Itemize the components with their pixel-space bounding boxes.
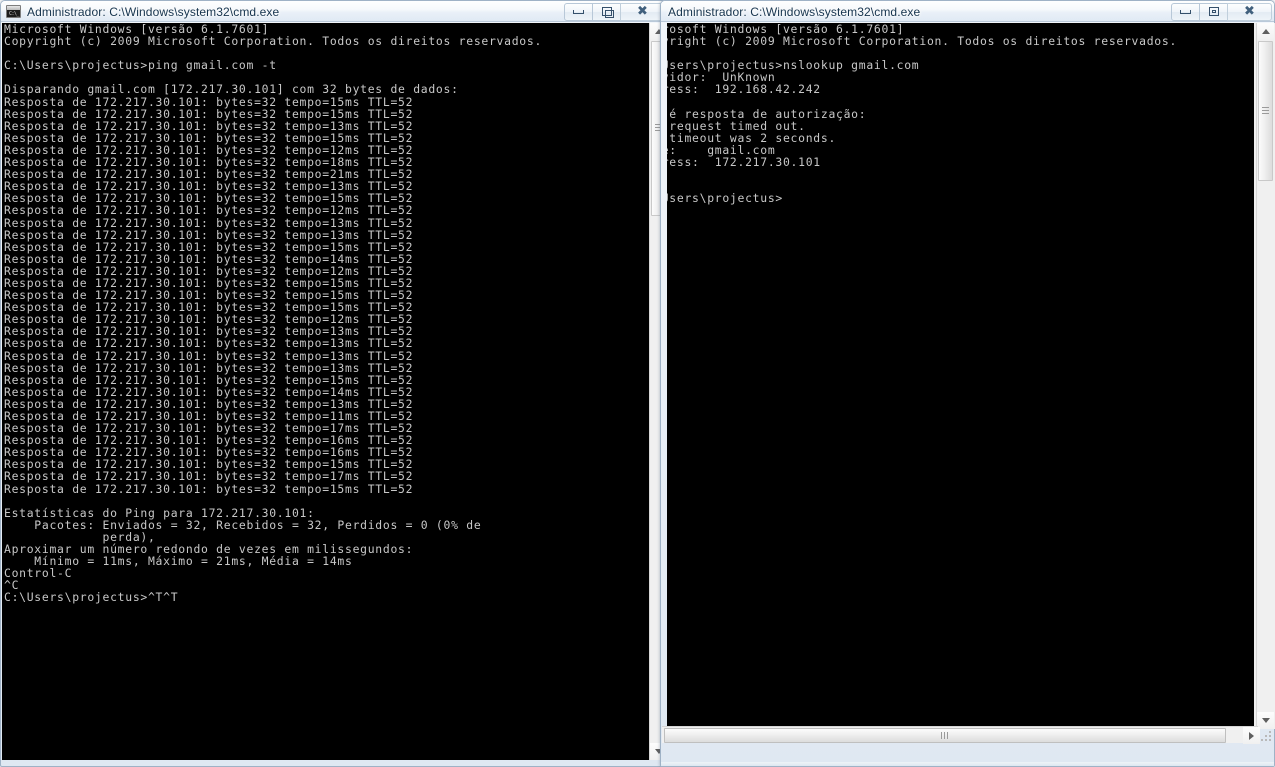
minimize-icon [1180, 9, 1191, 14]
chevron-right-icon [1249, 731, 1254, 740]
scroll-grip-icon [940, 732, 950, 739]
close-button-ping[interactable]: ✖ [620, 2, 665, 21]
cmd-window-nslookup[interactable]: Administrador: C:\Windows\system32\cmd.e… [660, 0, 1275, 767]
vertical-scrollbar-nslookup[interactable] [1256, 23, 1274, 729]
maximize-button-nslookup[interactable] [1199, 2, 1228, 21]
cmd-console-icon: C:\_ [6, 5, 21, 18]
console-text-nslookup: Microsoft Windows [versão 6.1.7601] Copy… [667, 23, 1178, 206]
console-text-ping: Microsoft Windows [versão 6.1.7601] Copy… [4, 23, 543, 605]
close-icon: ✖ [637, 3, 648, 19]
console-output-ping[interactable]: Microsoft Windows [versão 6.1.7601] Copy… [2, 23, 650, 760]
scroll-grip-icon [1262, 106, 1269, 116]
window-bottom-edge [661, 762, 1274, 766]
horizontal-scrollbar-nslookup[interactable] [662, 726, 1260, 744]
window-buttons-ping: ✖ [564, 2, 665, 21]
close-icon: ✖ [1244, 3, 1255, 19]
window-title-ping: Administrador: C:\Windows\system32\cmd.e… [27, 4, 280, 19]
restore-icon [601, 7, 614, 18]
cmd-window-ping[interactable]: C:\_ Administrador: C:\Windows\system32\… [0, 0, 668, 767]
scroll-right-button-nslookup[interactable] [1243, 727, 1260, 744]
titlebar-ping[interactable]: C:\_ Administrador: C:\Windows\system32\… [1, 1, 667, 22]
minimize-icon [573, 9, 584, 14]
window-title-nslookup: Administrador: C:\Windows\system32\cmd.e… [668, 4, 921, 19]
window-buttons-nslookup: ✖ [1171, 2, 1272, 21]
resize-grip[interactable] [1259, 729, 1271, 741]
desktop: C:\_ Administrador: C:\Windows\system32\… [0, 0, 1275, 767]
close-button-nslookup[interactable]: ✖ [1227, 2, 1272, 21]
maximize-icon [1208, 7, 1219, 16]
vertical-scroll-thumb-nslookup[interactable] [1258, 41, 1273, 181]
scroll-up-button-nslookup[interactable] [1257, 23, 1274, 40]
titlebar-nslookup[interactable]: Administrador: C:\Windows\system32\cmd.e… [661, 1, 1274, 22]
restore-button-ping[interactable] [592, 2, 621, 21]
chevron-up-icon [1261, 29, 1270, 34]
minimize-button-ping[interactable] [564, 2, 593, 21]
horizontal-scroll-thumb-nslookup[interactable] [664, 728, 1226, 743]
minimize-button-nslookup[interactable] [1171, 2, 1200, 21]
chevron-down-icon [1261, 718, 1270, 723]
console-output-nslookup[interactable]: Microsoft Windows [versão 6.1.7601] Copy… [667, 23, 1275, 729]
